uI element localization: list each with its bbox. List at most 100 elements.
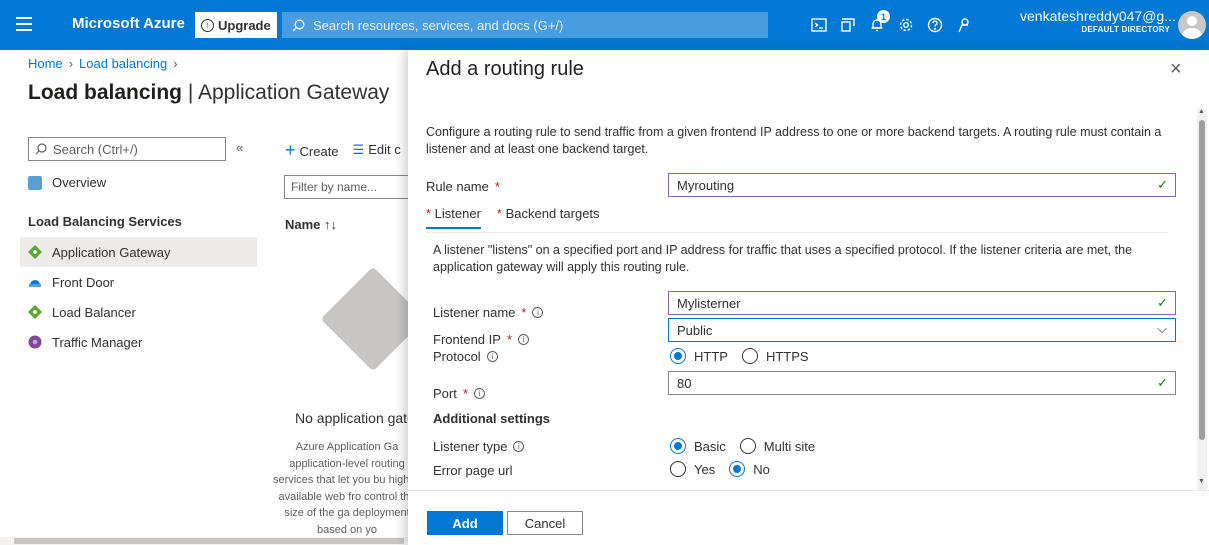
menu-search-placeholder: Search (Ctrl+/) bbox=[53, 141, 138, 157]
columns-icon: ☰ bbox=[352, 142, 365, 157]
chevron-down-icon: ⌵ bbox=[1157, 321, 1167, 336]
listener-name-value: Mylisterner bbox=[677, 295, 741, 311]
feedback-person-icon[interactable] bbox=[949, 14, 978, 36]
close-icon[interactable]: × bbox=[1170, 58, 1182, 81]
horizontal-scrollbar[interactable] bbox=[0, 537, 410, 545]
nav-item-traffic-manager[interactable]: Traffic Manager bbox=[28, 327, 142, 357]
tab-listener[interactable]: * Listener bbox=[426, 206, 481, 229]
listener-type-option-multi-site[interactable]: Multi site bbox=[739, 438, 815, 454]
create-button[interactable]: + Create bbox=[285, 141, 339, 159]
global-search-input[interactable]: Search resources, services, and docs (G+… bbox=[282, 12, 768, 38]
page-title: Load balancing | Application Gateway bbox=[28, 81, 389, 105]
overview-icon bbox=[28, 175, 42, 190]
column-header-name[interactable]: Name ↑↓ bbox=[285, 217, 337, 232]
nav-item-front-door[interactable]: Front Door bbox=[28, 267, 114, 297]
top-bar: Microsoft Azure ↑ Upgrade Search resourc… bbox=[0, 0, 1209, 50]
nav-item-label: Front Door bbox=[52, 274, 115, 290]
nav-section-label: Load Balancing Services bbox=[28, 214, 182, 229]
add-routing-rule-panel: Add a routing rule × Configure a routing… bbox=[408, 50, 1209, 545]
radio-unselected[interactable] bbox=[741, 348, 758, 364]
listener-type-option-basic[interactable]: Basic bbox=[670, 438, 726, 454]
nav-item-label: Load Balancer bbox=[52, 304, 136, 320]
menu-search-input[interactable]: Search (Ctrl+/) bbox=[28, 137, 226, 161]
notifications-bell-icon[interactable]: 1 bbox=[862, 10, 891, 36]
radio-unselected[interactable] bbox=[670, 461, 686, 477]
breadcrumb: Home › Load balancing › bbox=[28, 56, 178, 71]
protocol-label: Protocol i bbox=[433, 349, 498, 364]
user-directory: DEFAULT DIRECTORY bbox=[1081, 25, 1170, 34]
empty-state-title: No application gate bbox=[295, 410, 415, 426]
info-icon[interactable]: i bbox=[518, 334, 529, 345]
protocol-option-http[interactable]: HTTP bbox=[670, 348, 728, 364]
listener-description: A listener "listens" on a specified port… bbox=[433, 243, 1133, 274]
cloud-shell-icon[interactable] bbox=[804, 14, 833, 36]
scroll-down-arrow-icon[interactable]: ▼ bbox=[1198, 478, 1205, 485]
filter-placeholder: Filter by name... bbox=[291, 180, 378, 194]
additional-settings-heading: Additional settings bbox=[433, 411, 550, 426]
checkmark-icon: ✓ bbox=[1157, 177, 1168, 192]
arrow-up-circle-icon: ↑ bbox=[201, 18, 214, 32]
vertical-scrollbar[interactable]: ▲ ▼ bbox=[1197, 108, 1207, 490]
nav-overview[interactable]: Overview bbox=[28, 175, 106, 190]
settings-gear-icon[interactable] bbox=[891, 14, 920, 36]
breadcrumb-home[interactable]: Home bbox=[28, 56, 63, 71]
upgrade-button[interactable]: ↑ Upgrade bbox=[195, 12, 277, 38]
cancel-button[interactable]: Cancel bbox=[507, 511, 583, 535]
protocol-option-https[interactable]: HTTPS bbox=[741, 348, 809, 364]
avatar[interactable] bbox=[1178, 11, 1206, 39]
rule-description: Configure a routing rule to send traffic… bbox=[426, 125, 1162, 156]
info-icon[interactable]: i bbox=[473, 388, 485, 399]
error-page-option-yes[interactable]: Yes bbox=[670, 461, 715, 477]
info-icon[interactable]: i bbox=[486, 351, 498, 362]
chevron-right-icon: › bbox=[68, 56, 74, 71]
radio-selected[interactable] bbox=[670, 438, 686, 454]
tab-divider bbox=[426, 232, 1168, 233]
hamburger-menu-icon[interactable] bbox=[16, 13, 32, 37]
edit-columns-label: Edit c bbox=[368, 142, 401, 157]
collapse-menu-icon[interactable]: « bbox=[236, 140, 243, 155]
edit-columns-button[interactable]: ☰ Edit c bbox=[353, 142, 401, 158]
rule-name-input[interactable]: Myrouting ✓ bbox=[668, 173, 1176, 197]
chevron-right-icon: › bbox=[173, 56, 178, 71]
checkmark-icon: ✓ bbox=[1157, 375, 1168, 390]
command-bar: + Create ☰ Edit c bbox=[285, 141, 401, 159]
tab-backend-targets[interactable]: * Backend targets bbox=[497, 206, 600, 229]
nav-item-load-balancer[interactable]: Load Balancer bbox=[28, 297, 136, 327]
scrollbar-thumb[interactable] bbox=[1199, 120, 1205, 440]
nav-item-application-gateway[interactable]: Application Gateway bbox=[20, 237, 257, 267]
filter-by-name-input[interactable]: Filter by name... bbox=[284, 175, 414, 199]
account-menu[interactable]: venkateshreddy047@g... DEFAULT DIRECTORY bbox=[1020, 8, 1176, 34]
radio-unselected[interactable] bbox=[739, 438, 756, 454]
search-icon bbox=[292, 19, 305, 31]
radio-selected[interactable] bbox=[729, 461, 746, 477]
scroll-up-arrow-icon[interactable]: ▲ bbox=[1198, 108, 1205, 115]
brand-link[interactable]: Microsoft Azure bbox=[72, 15, 185, 32]
help-question-icon[interactable] bbox=[920, 14, 949, 36]
port-input[interactable]: 80 ✓ bbox=[668, 371, 1176, 395]
listener-type-label: Listener type i bbox=[433, 439, 525, 454]
load-balancer-icon bbox=[28, 305, 42, 319]
port-value: 80 bbox=[677, 375, 692, 391]
panel-body: Configure a routing rule to send traffic… bbox=[408, 108, 1196, 528]
search-icon bbox=[35, 143, 47, 155]
breadcrumb-load-balancing[interactable]: Load balancing bbox=[79, 56, 167, 71]
nav-item-label: Application Gateway bbox=[52, 244, 171, 260]
frontend-ip-value: Public bbox=[677, 322, 713, 338]
frontend-ip-dropdown[interactable]: Public ⌵ bbox=[668, 318, 1176, 342]
upgrade-label: Upgrade bbox=[218, 17, 271, 33]
directory-filter-icon[interactable] bbox=[833, 14, 862, 36]
panel-footer: Add Cancel bbox=[408, 490, 1209, 545]
radio-selected[interactable] bbox=[670, 348, 686, 364]
info-icon[interactable]: i bbox=[513, 441, 525, 452]
info-icon[interactable]: i bbox=[532, 307, 544, 318]
add-button[interactable]: Add bbox=[427, 511, 503, 535]
page-title-sub: | Application Gateway bbox=[182, 81, 390, 104]
rule-name-label: Rule name * bbox=[426, 179, 500, 194]
front-door-icon bbox=[29, 280, 41, 287]
page-title-main: Load balancing bbox=[28, 81, 183, 104]
listener-name-input[interactable]: Mylisterner ✓ bbox=[668, 291, 1176, 315]
listener-name-label: Listener name * i bbox=[433, 305, 544, 320]
scrollbar-thumb[interactable] bbox=[14, 538, 404, 544]
error-page-option-no[interactable]: No bbox=[729, 461, 770, 477]
rule-name-value: Myrouting bbox=[677, 177, 735, 193]
